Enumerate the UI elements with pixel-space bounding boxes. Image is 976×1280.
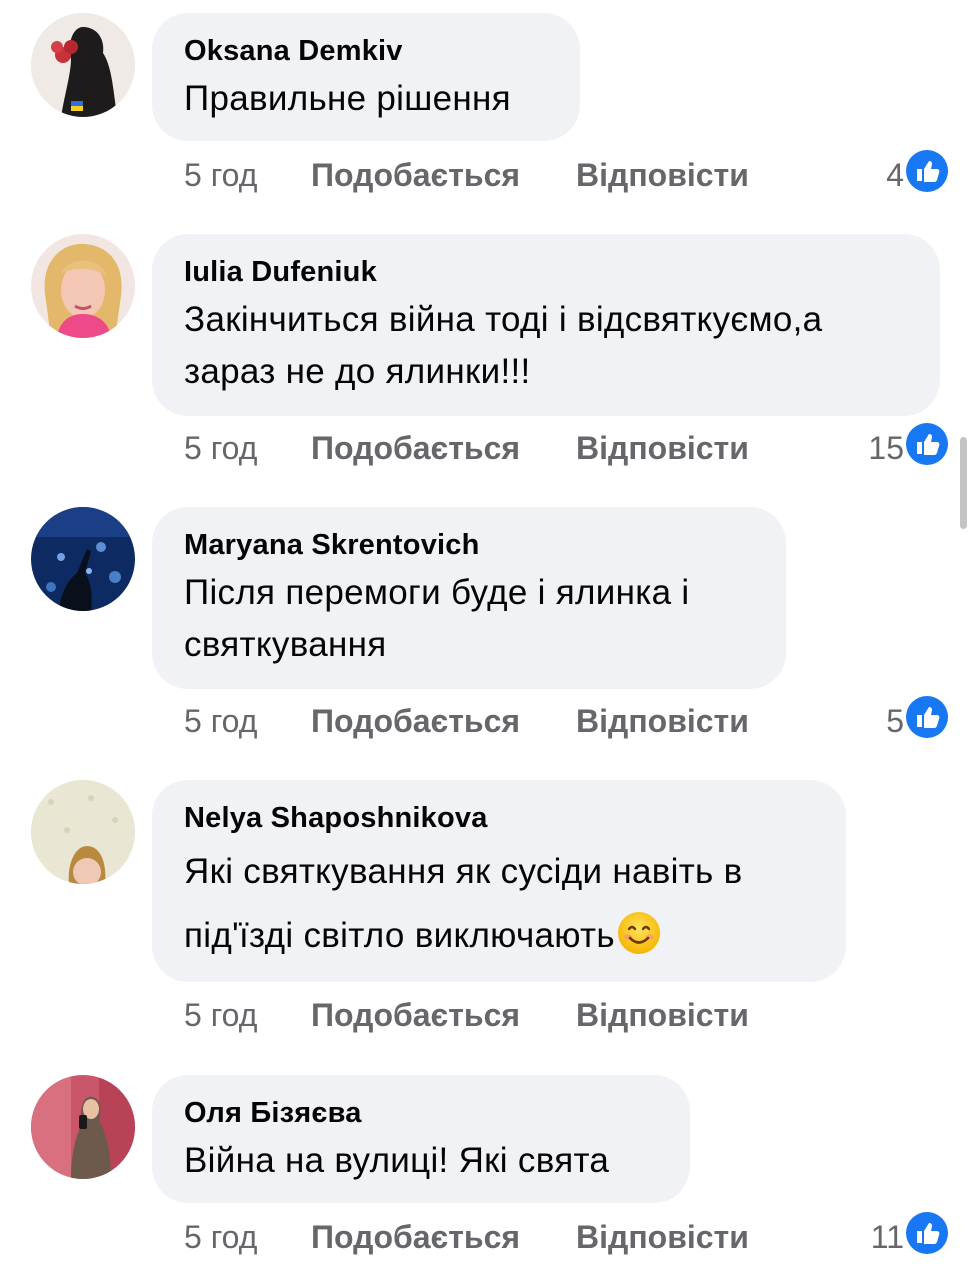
comment-timestamp[interactable]: 5 год <box>184 150 257 200</box>
reply-button[interactable]: Відповісти <box>576 1212 749 1262</box>
comment-text: Правильне рішення <box>184 73 548 125</box>
like-button[interactable]: Подобається <box>311 423 520 473</box>
reaction-count[interactable]: 15 <box>868 423 904 473</box>
reply-button[interactable]: Відповісти <box>576 990 749 1040</box>
like-icon[interactable] <box>906 150 948 192</box>
comment-text-line: Після перемоги буде і ялинка і <box>184 573 690 612</box>
comment-text-line: під'їзді світло виключають <box>184 916 615 955</box>
reply-button[interactable]: Відповісти <box>576 150 749 200</box>
scrollbar[interactable] <box>960 437 967 529</box>
comment-bubble: Оля Бізяєва Війна на вулиці! Які свята <box>152 1075 690 1203</box>
like-icon[interactable] <box>906 423 948 465</box>
like-icon[interactable] <box>906 1212 948 1254</box>
comment-actions: 5 год Подобається Відповісти 15 <box>184 423 954 473</box>
comment-author[interactable]: Iulia Dufeniuk <box>184 254 908 290</box>
avatar[interactable] <box>31 13 135 117</box>
like-button[interactable]: Подобається <box>311 150 520 200</box>
comment-text: Війна на вулиці! Які свята <box>184 1135 658 1187</box>
comment-actions: 5 год Подобається Відповісти <box>184 990 954 1040</box>
comment-author[interactable]: Oksana Demkiv <box>184 33 548 69</box>
comment-text: Закінчиться війна тоді і відсвяткуємо,а … <box>184 294 908 398</box>
comment-timestamp[interactable]: 5 год <box>184 990 257 1040</box>
comment-text-line: зараз не до ялинки!!! <box>184 352 531 391</box>
comment-text-line: Закінчиться війна тоді і відсвяткуємо,а <box>184 300 823 339</box>
comment-bubble: Maryana Skrentovich Після перемоги буде … <box>152 507 786 689</box>
comment-actions: 5 год Подобається Відповісти 11 <box>184 1212 954 1262</box>
comment-timestamp[interactable]: 5 год <box>184 423 257 473</box>
comment-bubble: Nelya Shaposhnikova Які святкування як с… <box>152 780 846 982</box>
reply-button[interactable]: Відповісти <box>576 423 749 473</box>
comment-timestamp[interactable]: 5 год <box>184 696 257 746</box>
comment-author[interactable]: Оля Бізяєва <box>184 1095 658 1131</box>
comment-text-line: під'їзді світло виключають <box>184 904 814 968</box>
comment-actions: 5 год Подобається Відповісти 4 <box>184 150 954 200</box>
comment-author[interactable]: Maryana Skrentovich <box>184 527 754 563</box>
like-button[interactable]: Подобається <box>311 1212 520 1262</box>
avatar[interactable] <box>31 1075 135 1179</box>
like-icon[interactable] <box>906 696 948 738</box>
comment-text-line: Війна на вулиці! Які свята <box>184 1141 610 1180</box>
smiling-face-emoji <box>617 911 661 955</box>
comment-bubble: Oksana Demkiv Правильне рішення <box>152 13 580 141</box>
comment-author[interactable]: Nelya Shaposhnikova <box>184 800 814 836</box>
comment-text-line: Які святкування як сусіди навіть в <box>184 852 743 891</box>
reply-button[interactable]: Відповісти <box>576 696 749 746</box>
avatar[interactable] <box>31 507 135 611</box>
comment-actions: 5 год Подобається Відповісти 5 <box>184 696 954 746</box>
comment-timestamp[interactable]: 5 год <box>184 1212 257 1262</box>
avatar[interactable] <box>31 234 135 338</box>
comment-text-line: Правильне рішення <box>184 79 511 118</box>
comment-text: Які святкування як сусіди навіть в під'ї… <box>184 840 814 968</box>
like-button[interactable]: Подобається <box>311 990 520 1040</box>
reaction-count[interactable]: 4 <box>886 150 904 200</box>
reaction-count[interactable]: 5 <box>886 696 904 746</box>
reaction-count[interactable]: 11 <box>871 1212 904 1262</box>
avatar[interactable] <box>31 780 135 884</box>
like-button[interactable]: Подобається <box>311 696 520 746</box>
comment-bubble: Iulia Dufeniuk Закінчиться війна тоді і … <box>152 234 940 416</box>
comment-text: Після перемоги буде і ялинка і святкуван… <box>184 567 754 671</box>
comment-text-line: святкування <box>184 625 387 664</box>
